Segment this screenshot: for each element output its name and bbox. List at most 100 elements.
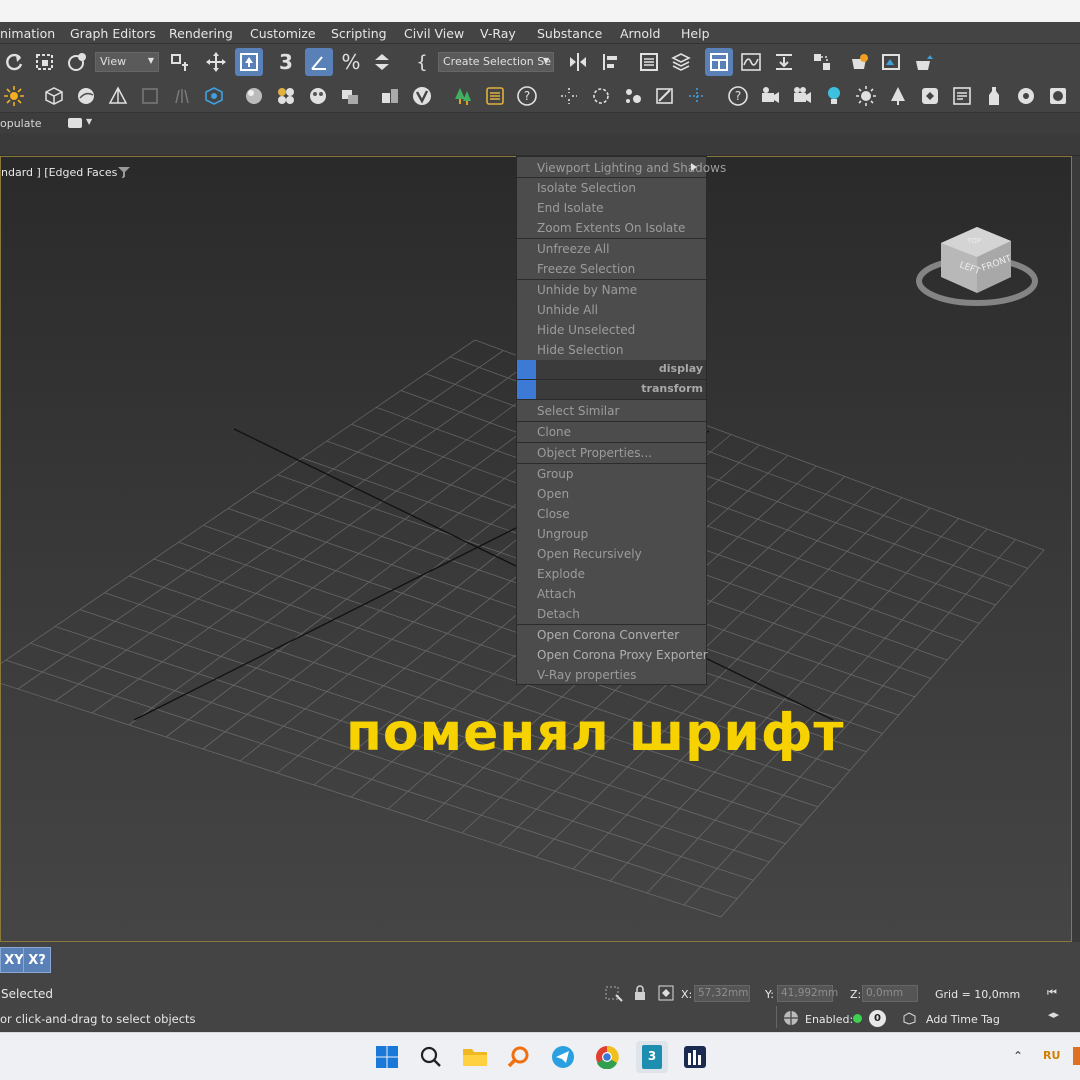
vray-properties-item[interactable]: V-Ray properties [517,665,706,685]
menu-arnold[interactable]: Arnold [620,26,660,41]
question-icon[interactable]: ? [724,82,752,110]
align-icon[interactable] [597,48,625,76]
bottle-icon[interactable] [980,82,1008,110]
open-group-item[interactable]: Open [517,484,706,504]
menu-scripting[interactable]: Scripting [331,26,387,41]
detach-item[interactable]: Detach [517,604,706,624]
object-properties-item[interactable]: Object Properties... [517,443,706,463]
absolute-mode-icon[interactable] [658,985,674,1001]
tree-icon[interactable] [884,82,912,110]
material-slots-icon[interactable] [336,82,364,110]
material-editor-icon[interactable] [808,48,836,76]
file-explorer-icon[interactable] [461,1043,489,1071]
forest-icon[interactable] [449,82,477,110]
x-coord-field[interactable]: 57,32mm [694,985,750,1002]
ungroup-item[interactable]: Ungroup [517,524,706,544]
redo-icon[interactable] [0,48,28,76]
open-corona-proxy-exporter-item[interactable]: Open Corona Proxy Exporter [517,645,708,665]
viewport-label[interactable]: ndard ] [Edged Faces ] [1,166,125,179]
edit-poly-icon[interactable] [651,82,679,110]
key-mode-icon[interactable]: ◂▸ [1048,1008,1059,1021]
menu-civil-view[interactable]: Civil View [404,26,464,41]
adaptive-degradation-icon[interactable] [783,1010,799,1026]
proxy-icon[interactable] [916,82,944,110]
menu-substance[interactable]: Substance [537,26,602,41]
y-coord-field[interactable]: 41,992mm [777,985,838,1002]
explode-item[interactable]: Explode [517,564,706,584]
ribbon-toggle-icon[interactable] [705,48,733,76]
pivot-icon[interactable] [165,48,193,76]
list-panel-icon[interactable] [481,82,509,110]
frame-buffer-icon[interactable] [948,82,976,110]
cross-dots-icon[interactable] [683,82,711,110]
move-icon[interactable] [202,48,230,76]
group-item[interactable]: Group [517,464,706,484]
lock-icon[interactable] [633,985,647,1001]
vray-sun-icon[interactable] [852,82,880,110]
reference-coord-combo[interactable]: View ▼ [95,52,159,72]
unhide-all-item[interactable]: Unhide All [517,300,706,320]
notification-icon[interactable] [1073,1047,1080,1065]
menu-rendering[interactable]: Rendering [169,26,233,41]
z-coord-field[interactable]: 0,0mm [862,985,918,1002]
telegram-icon[interactable] [549,1043,577,1071]
camera-icon[interactable] [756,82,784,110]
unfreeze-all-item[interactable]: Unfreeze All [517,239,706,259]
add-time-tag[interactable]: Add Time Tag [926,1013,1000,1026]
layer-explorer-icon[interactable] [667,48,695,76]
end-isolate-item[interactable]: End Isolate [517,198,706,218]
open-corona-converter-item[interactable]: Open Corona Converter [517,625,706,645]
clone-item[interactable]: Clone [517,422,706,442]
named-selection-sets-combo[interactable]: Create Selection Se ▼ [438,52,554,72]
rendered-frame-window-icon[interactable] [877,48,905,76]
material-sphere-icon[interactable] [240,82,268,110]
chevron-up-icon[interactable]: ⌃ [1013,1049,1023,1063]
search-icon[interactable] [417,1043,445,1071]
menu-graph-editors[interactable]: Graph Editors [70,26,156,41]
isolate-toggle-icon[interactable] [604,985,624,1003]
multi-material-icon[interactable] [272,82,300,110]
snap-3d-icon[interactable]: 3 [272,48,300,76]
box-primitive-icon[interactable] [40,82,68,110]
chrome-icon[interactable] [593,1043,621,1071]
menu-vray[interactable]: V-Ray [480,26,516,41]
hide-unselected-item[interactable]: Hide Unselected [517,320,706,340]
unhide-by-name-item[interactable]: Unhide by Name [517,280,706,300]
filter-icon[interactable] [118,166,130,178]
axis-constraint-x-button[interactable]: X? [23,947,51,973]
language-indicator[interactable]: RU [1043,1049,1060,1062]
menu-customize[interactable]: Customize [250,26,316,41]
edit-named-sets-icon[interactable]: { [408,48,436,76]
help-circle-icon[interactable]: ? [513,82,541,110]
populate-tab[interactable]: opulate [0,117,42,130]
select-object-icon[interactable] [235,48,263,76]
scene-explorer-icon[interactable] [635,48,663,76]
link-icon[interactable] [63,48,91,76]
snap-points-icon[interactable] [555,82,583,110]
scatter-icon[interactable] [619,82,647,110]
render-window-icon[interactable] [1044,82,1072,110]
menu-animation[interactable]: nimation [0,26,55,41]
go-to-start-icon[interactable]: ⏮ [1047,986,1057,1000]
mirror-icon[interactable] [564,48,592,76]
spinner-snap-icon[interactable] [368,48,396,76]
menu-help[interactable]: Help [681,26,710,41]
sun-light-icon[interactable] [0,82,28,110]
curve-editor-icon[interactable] [737,48,765,76]
close-group-item[interactable]: Close [517,504,706,524]
app-icon[interactable] [681,1043,709,1071]
shape-icon[interactable] [200,82,228,110]
ribbon-menu-icon[interactable] [68,118,82,128]
chevron-down-icon[interactable]: ▼ [86,117,92,126]
render-elements-icon[interactable] [376,82,404,110]
search-app-icon[interactable] [505,1043,533,1071]
viewport-lighting-shadows-item[interactable]: Viewport Lighting and Shadows [517,158,726,178]
select-region-icon[interactable] [31,48,59,76]
material-library-icon[interactable] [304,82,332,110]
sphere-primitive-icon[interactable] [72,82,100,110]
pyramid-primitive-icon[interactable] [104,82,132,110]
light-bulb-icon[interactable] [820,82,848,110]
hide-selection-item[interactable]: Hide Selection [517,340,706,360]
attach-item[interactable]: Attach [517,584,706,604]
schematic-view-icon[interactable] [770,48,798,76]
